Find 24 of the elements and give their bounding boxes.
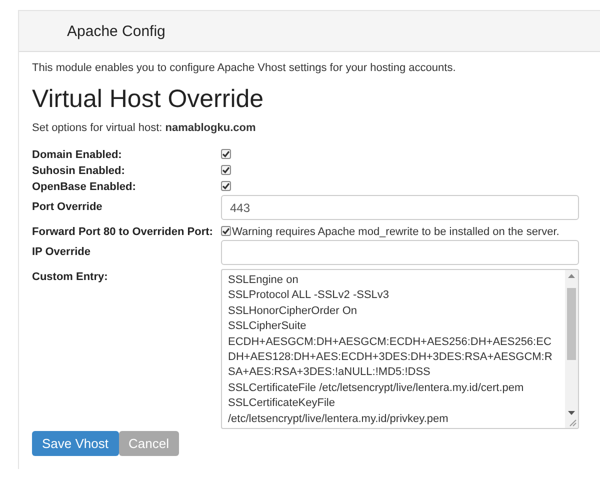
custom-entry-field[interactable]: SSLEngine on SSLProtocol ALL -SSLv2 -SSLv3 SSLHonorCipherOrder On SSLCipherSuite ECDH+AESGCM:DH+AESGCM:ECDH+AES256:DH+AES256:ECDH+AES128:DH+AES:ECDH+3DES:DH+3DES:RSA+AESGCM:RSA+AES:RSA+3DES:!aNULL:!MD5:!DSS SSLCertificateFile /etc/letsencrypt/live/lentera.my.id/cert.pem SSLCertificateKeyFile /etc/letsencrypt/live/lentera.my.id/privkey.pem <box>221 269 579 429</box>
scroll-down-icon[interactable] <box>568 411 575 416</box>
text-field[interactable]: 443 <box>221 195 579 220</box>
checkbox[interactable] <box>221 149 231 159</box>
field-label: Suhosin Enabled: <box>32 164 125 179</box>
page-heading: Virtual Host Override <box>32 84 265 114</box>
scrollbar[interactable] <box>565 270 578 428</box>
checkbox[interactable] <box>221 181 231 191</box>
save-button[interactable]: Save Vhost <box>32 431 118 456</box>
scroll-up-icon[interactable] <box>568 273 575 278</box>
field-label: IP Override <box>32 245 90 260</box>
field-label: OpenBase Enabled: <box>32 180 136 195</box>
panel-title: Apache Config <box>67 22 166 40</box>
module-description: This module enables you to configure Apache Vhost settings for your hosting accounts. <box>32 62 457 74</box>
field-label: Custom Entry: <box>32 270 108 285</box>
text-field[interactable] <box>221 240 579 265</box>
field-label: Domain Enabled: <box>32 148 122 163</box>
warning-note: Warning requires Apache mod_rewrite to be installed on the server. <box>232 225 560 240</box>
host-line: Set options for virtual host: namablogku.com <box>32 122 257 134</box>
field-label: Forward Port 80 to Overriden Port: <box>32 225 213 240</box>
resize-grip-icon[interactable] <box>569 419 577 427</box>
field-label: Port Override <box>32 200 102 215</box>
checkbox[interactable] <box>221 165 231 175</box>
checkbox[interactable] <box>221 226 231 236</box>
